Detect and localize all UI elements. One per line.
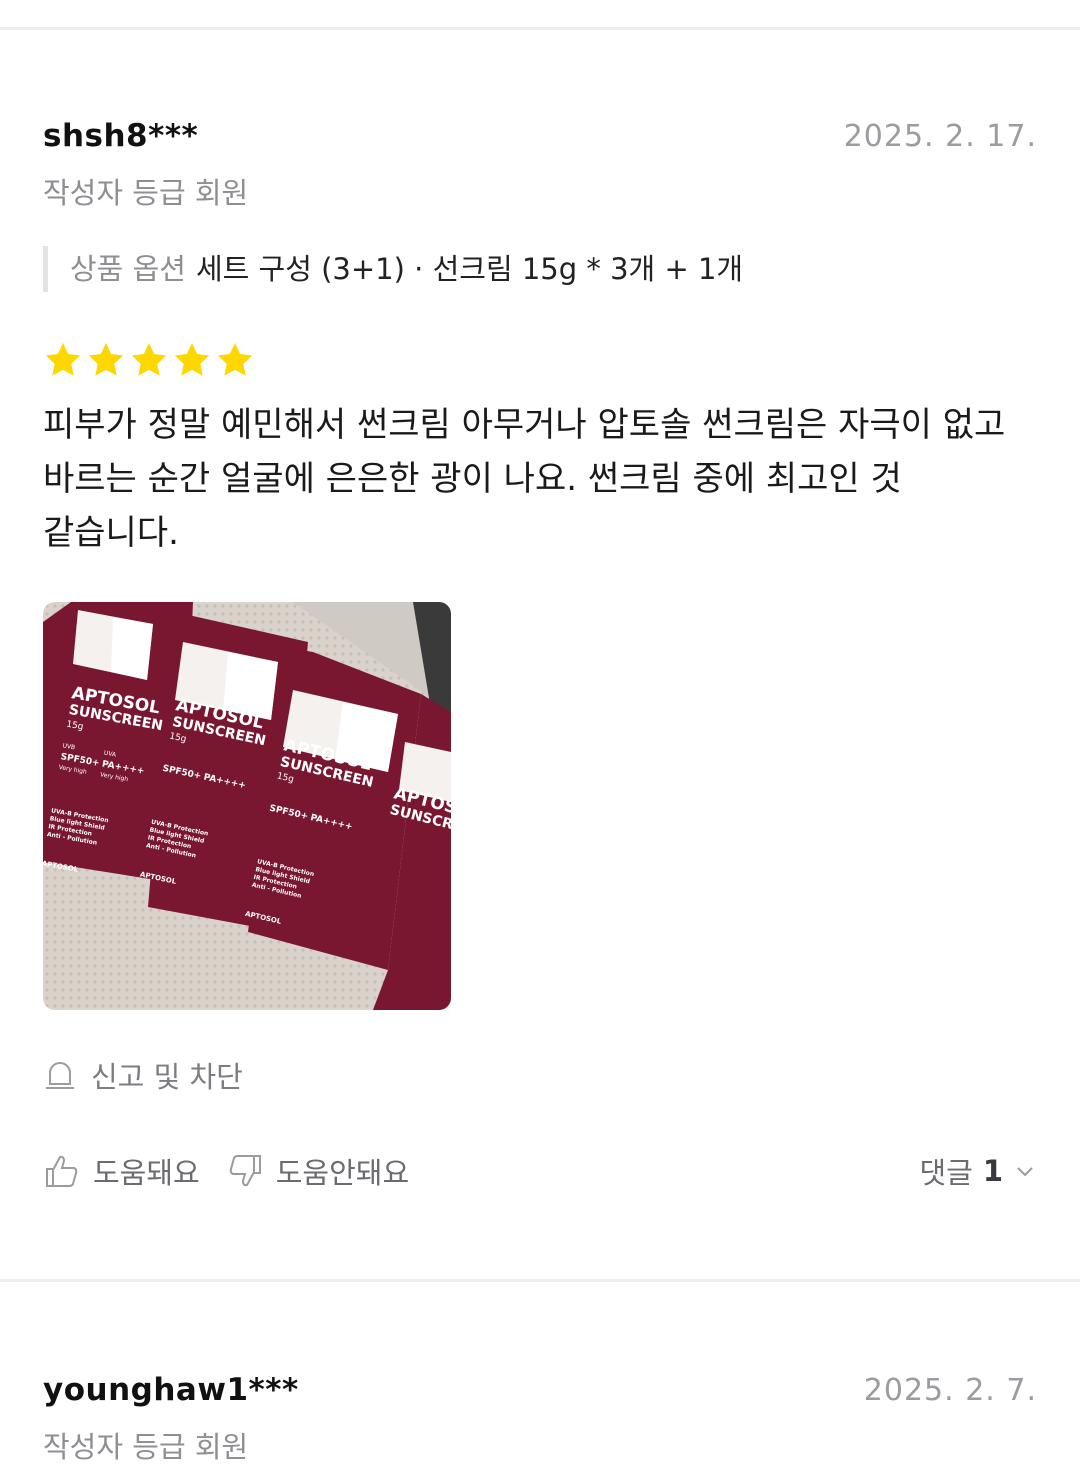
sunscreen-boxes-photo: APTOSOL SUNSCREEN 15g UVB SPF50+ UVA PA+…	[43, 602, 451, 1010]
chevron-down-icon	[1017, 1167, 1033, 1177]
report-block-button[interactable]: 신고 및 차단	[43, 1054, 1037, 1096]
review-header: shsh8*** 2025. 2. 17.	[43, 118, 1037, 154]
bell-icon	[46, 1062, 74, 1089]
reviewer-grade: 작성자 등급 회원	[43, 176, 249, 210]
review-date: 2025. 2. 7.	[863, 1373, 1037, 1408]
star-icon	[217, 343, 253, 376]
comments-toggle[interactable]: 댓글 1	[919, 1150, 1037, 1192]
star-rating	[43, 340, 1037, 380]
reviewer-name[interactable]: shsh8***	[43, 118, 198, 154]
not-helpful-label: 도움안돼요	[275, 1156, 410, 1190]
review-header: younghaw1*** 2025. 2. 7.	[43, 1372, 1037, 1408]
not-helpful-button[interactable]: 도움안돼요	[226, 1150, 409, 1192]
star-icon	[45, 343, 81, 376]
option-value: 세트 구성 (3+1) · 선크림 15g * 3개 + 1개	[195, 252, 744, 286]
helpful-label: 도움돼요	[93, 1156, 200, 1190]
review-photo[interactable]: APTOSOL SUNSCREEN 15g UVB SPF50+ UVA PA+…	[43, 602, 451, 1010]
thumbs-down-icon	[229, 1155, 261, 1187]
helpful-button[interactable]: 도움돼요	[43, 1150, 200, 1192]
star-icon	[88, 343, 124, 376]
review-text: 피부가 정말 예민해서 썬크림 아무거나 압토솔 썬크림은 자극이 없고 바르는…	[43, 405, 1006, 553]
reviewer-name[interactable]: younghaw1***	[43, 1372, 299, 1408]
review-card: shsh8*** 2025. 2. 17. 작성자 등급 회원 상품 옵션 세트 …	[43, 118, 1037, 1192]
comments-label: 댓글	[919, 1156, 973, 1190]
comments-count: 1	[982, 1154, 1003, 1188]
option-label: 상품 옵션	[70, 252, 186, 286]
star-icon	[174, 343, 210, 376]
review-actions: 도움돼요 도움안돼요 댓글 1	[43, 1150, 1037, 1192]
review-divider	[0, 1279, 1080, 1282]
reviewer-grade: 작성자 등급 회원	[43, 1430, 249, 1464]
report-label: 신고 및 차단	[91, 1060, 243, 1094]
thumbs-up-icon	[46, 1155, 78, 1187]
top-divider	[0, 27, 1080, 30]
review-date: 2025. 2. 17.	[843, 119, 1037, 154]
star-icon	[131, 343, 167, 376]
product-option: 상품 옵션 세트 구성 (3+1) · 선크림 15g * 3개 + 1개	[43, 246, 1037, 292]
review-card: younghaw1*** 2025. 2. 7. 작성자 등급 회원	[43, 1372, 1037, 1466]
